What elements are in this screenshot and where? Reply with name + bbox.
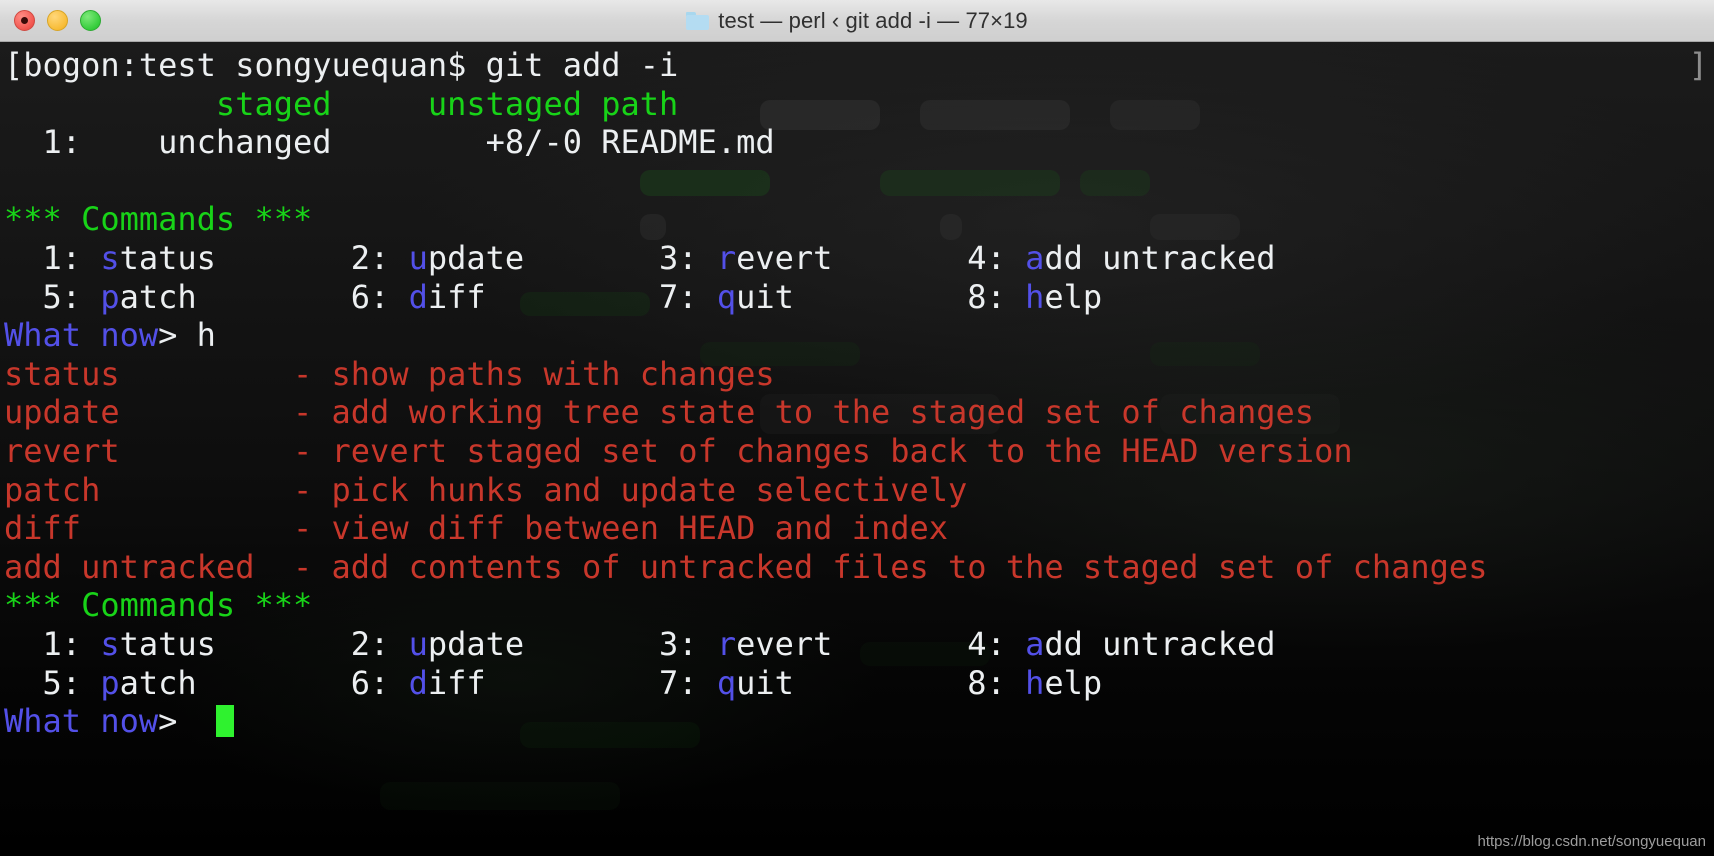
text-span: 7: [659,277,717,316]
window-controls [14,10,101,31]
help-line-diff: diff - view diff between HEAD and index [4,509,1714,548]
terminal-screen: [bogon:test songyuequan$ git add -i stag… [0,42,1714,741]
text-span: unstaged path [427,84,679,123]
commands-heading-2: *** Commands *** [4,586,1714,625]
text-span: h [1025,663,1045,702]
text-cursor [215,705,234,738]
text-span: update - add working tree state to the s… [4,393,1315,432]
text-span: 2: [350,624,409,663]
text-span: atch [119,277,351,316]
text-span: pdate [427,624,660,663]
text-span: 5: [4,663,101,702]
text-span: 8: [967,663,1026,702]
text-span: u [408,624,428,663]
text-span: 3: [659,624,717,663]
text-span: 4: [967,238,1026,277]
text-span: iff [427,277,660,316]
text-span: q [716,277,737,316]
text-span: iff [427,663,660,702]
text-span: h [1025,277,1045,316]
window-title-group: test — perl ‹ git add -i — 77×19 [0,0,1714,42]
text-span: uit [736,663,968,702]
text-span: u [408,238,428,277]
text-span: a [1025,624,1045,663]
help-line-status: status - show paths with changes [4,355,1714,394]
status-header-line: staged unstaged path [4,85,1714,124]
status-row-readme: 1: unchanged +8/-0 README.md [4,123,1714,162]
shell-prompt-line: [bogon:test songyuequan$ git add -i [4,46,1714,85]
text-span: 6: [350,277,409,316]
text-span: patch - pick hunks and update selectivel… [4,470,968,509]
text-span: 5: [4,277,101,316]
text-span: status - show paths with changes [4,354,775,393]
text-span: 4: [967,624,1026,663]
text-span: tatus [119,624,351,663]
what-now-prompt-2: What now> [4,702,1714,741]
text-span: d [408,277,428,316]
text-span: 3: [659,238,717,277]
commands-row-2b: 5: patch 6: diff 7: quit 8: help [4,664,1714,703]
terminal-body[interactable]: ] [bogon:test songyuequan$ git add -i st… [0,42,1714,856]
text-span: *** Commands *** [4,586,313,625]
text-span: evert [736,238,968,277]
text-span: 1: unchanged +8/-0 README.md [4,123,775,162]
text-span: s [100,624,120,663]
help-line-patch: patch - pick hunks and update selectivel… [4,471,1714,510]
text-span: 7: [659,663,717,702]
text-span: *** Commands *** [4,200,313,239]
commands-row-1a: 1: status 2: update 3: revert 4: add unt… [4,239,1714,278]
text-span: add untracked - add contents of untracke… [4,547,1488,586]
text-span: s [100,238,120,277]
text-span: q [716,663,737,702]
text-span: staged [215,84,332,123]
text-span: elp [1044,277,1103,316]
help-line-update: update - add working tree state to the s… [4,393,1714,432]
text-span: a [1025,238,1045,277]
text-span: tatus [119,238,351,277]
blank-line-1 [4,162,1714,201]
text-span: evert [736,624,968,663]
text-span: p [100,277,120,316]
text-span: 1: [4,238,101,277]
text-span: What now [4,316,159,355]
minimize-button[interactable] [47,10,68,31]
close-button[interactable] [14,10,35,31]
help-line-revert: revert - revert staged set of changes ba… [4,432,1714,471]
text-span: > [158,702,216,741]
text-span: dd untracked [1044,624,1276,663]
text-span: elp [1044,663,1103,702]
text-span: diff - view diff between HEAD and index [4,509,949,548]
text-span [332,85,428,123]
text-span: 2: [350,238,409,277]
text-span: What now [4,702,159,741]
text-span: > h [158,316,216,355]
window-title: test — perl ‹ git add -i — 77×19 [718,8,1028,33]
text-span: r [716,238,737,277]
commands-row-2a: 1: status 2: update 3: revert 4: add unt… [4,625,1714,664]
text-span: revert - revert staged set of changes ba… [4,431,1353,470]
folder-icon [686,12,710,30]
text-span: uit [736,277,968,316]
text-span: 6: [350,663,409,702]
text-span: r [716,624,737,663]
maximize-button[interactable] [80,10,101,31]
help-line-add-untracked: add untracked - add contents of untracke… [4,548,1714,587]
text-span: pdate [427,238,660,277]
text-span [4,162,23,200]
commands-row-1b: 5: patch 6: diff 7: quit 8: help [4,278,1714,317]
text-span: 1: [4,624,101,663]
window-titlebar[interactable]: test — perl ‹ git add -i — 77×19 [0,0,1714,42]
watermark-text: https://blog.csdn.net/songyuequan [1477,833,1706,850]
what-now-prompt-1: What now> h [4,316,1714,355]
terminal-window: test — perl ‹ git add -i — 77×19 ] [bogo… [0,0,1714,856]
text-span: d [408,663,428,702]
text-span: dd untracked [1044,238,1276,277]
text-span: 8: [967,277,1026,316]
text-span: atch [119,663,351,702]
text-span: p [100,663,120,702]
commands-heading-1: *** Commands *** [4,200,1714,239]
text-span: [bogon:test songyuequan$ git add -i [4,46,679,84]
text-span [4,85,216,123]
